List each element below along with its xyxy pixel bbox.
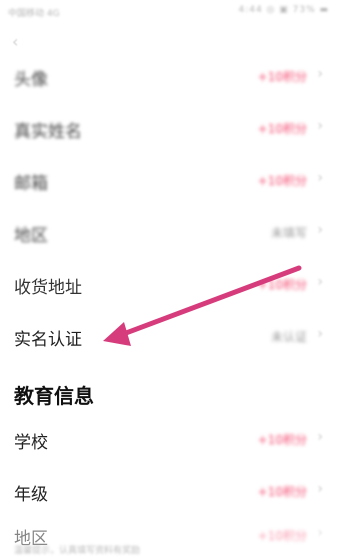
annotation-arrow-icon	[103, 265, 302, 346]
